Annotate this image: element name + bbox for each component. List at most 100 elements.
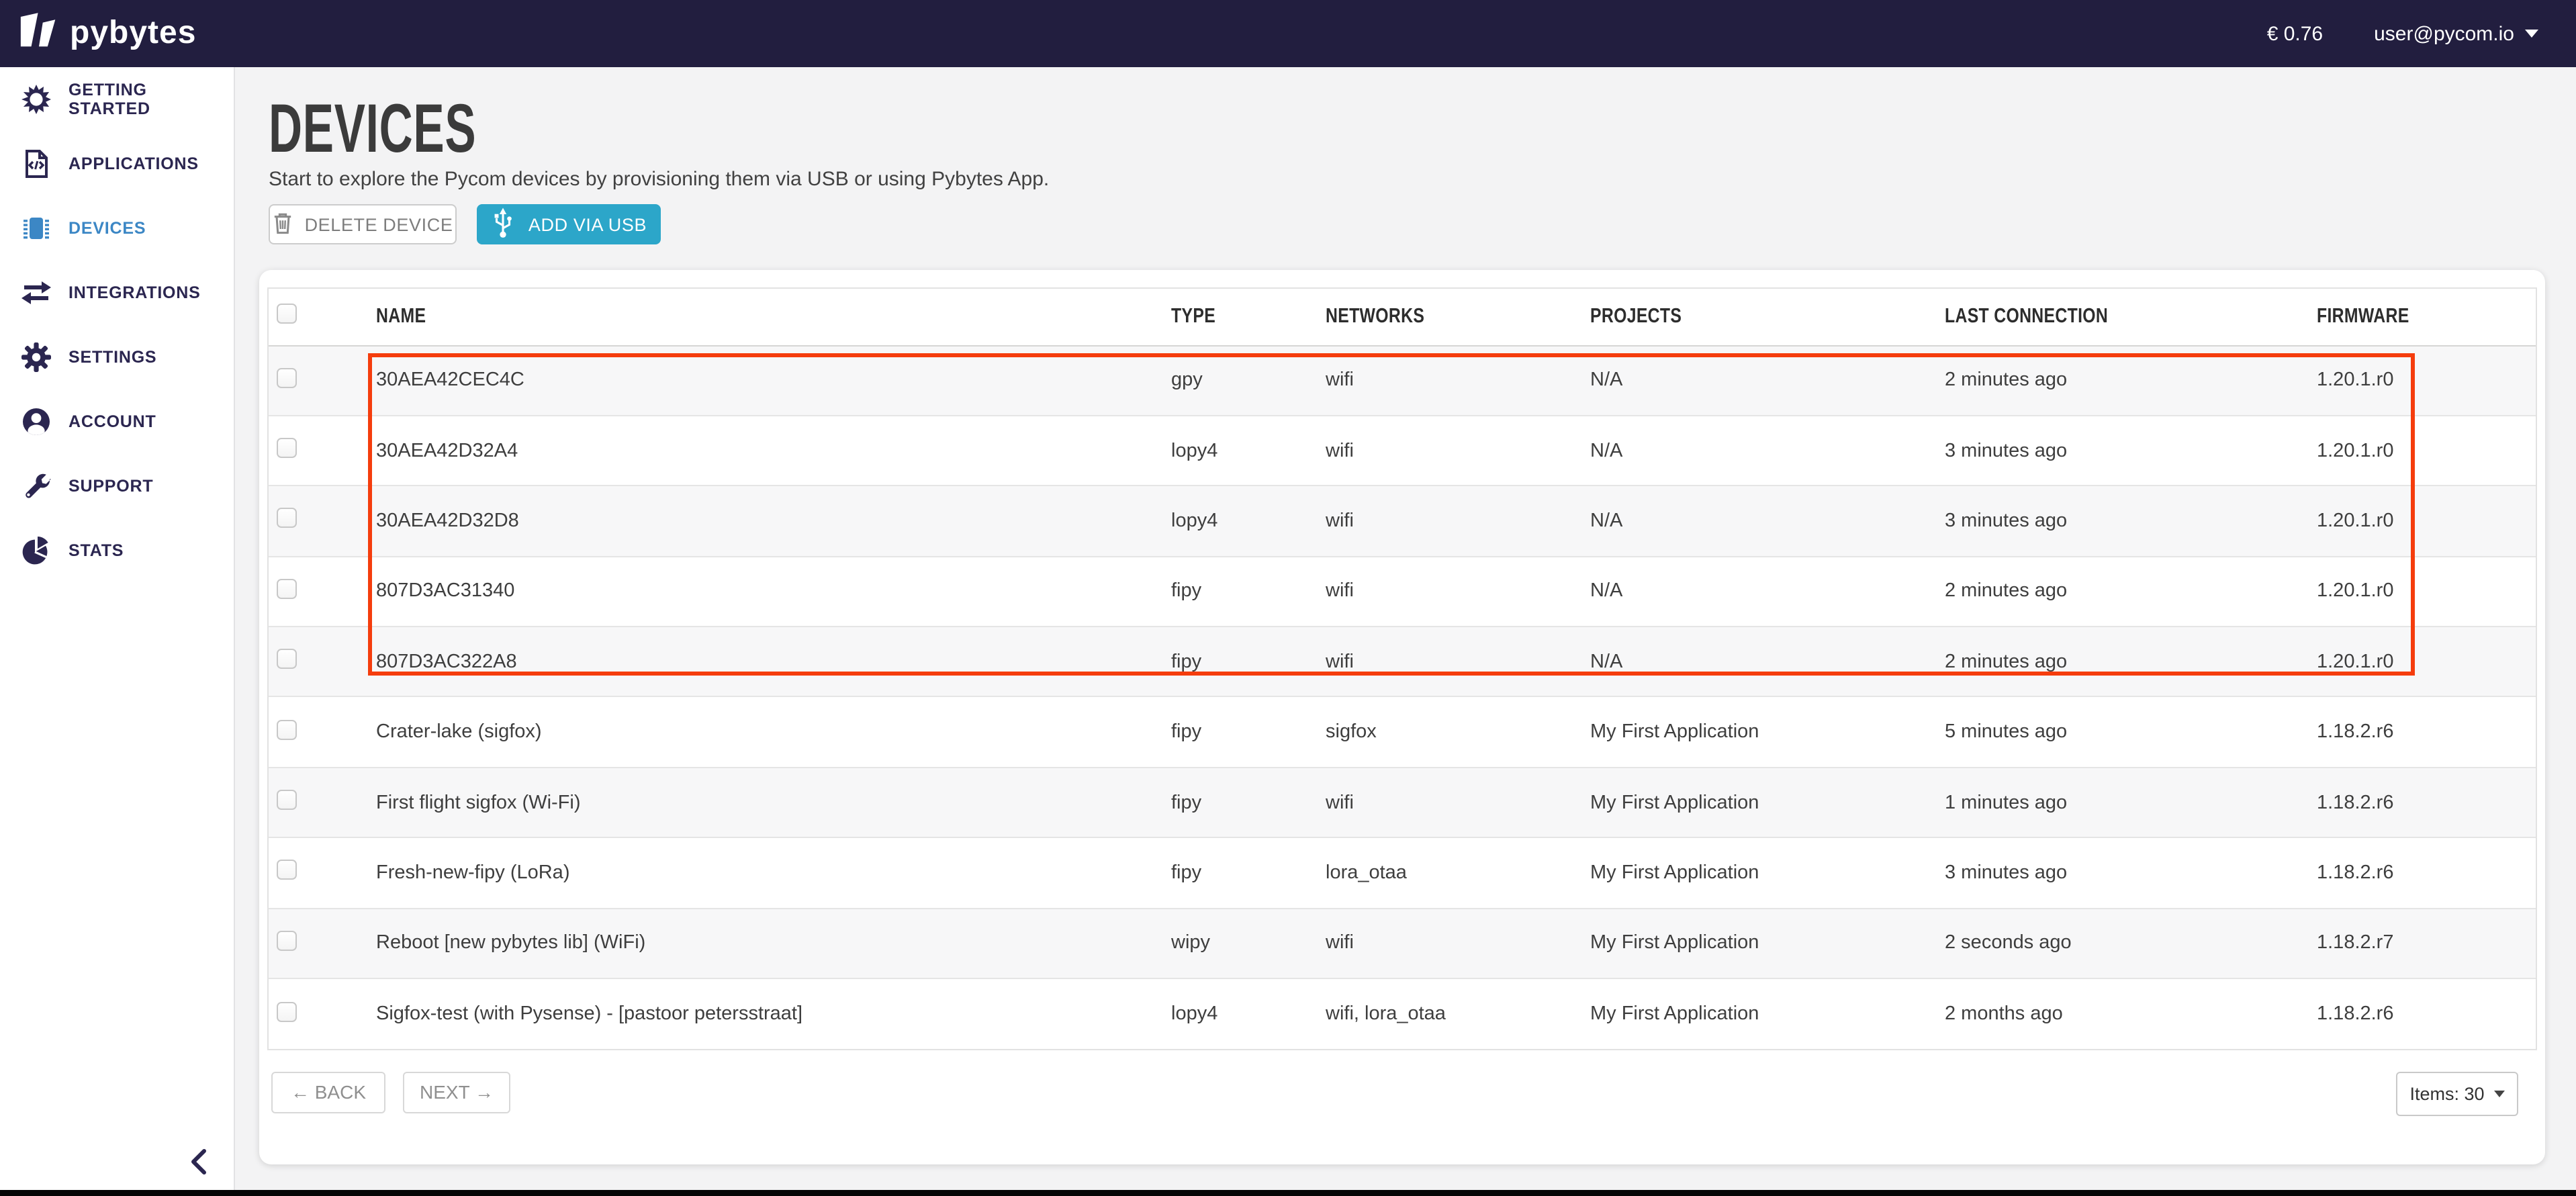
device-type: gpy — [1171, 369, 1326, 391]
device-last-connection: 2 minutes ago — [1945, 369, 2317, 391]
chevron-left-icon — [189, 1148, 208, 1175]
wrench-icon — [21, 471, 51, 501]
device-type: fipy — [1171, 651, 1326, 673]
row-checkbox[interactable] — [277, 860, 297, 880]
device-projects: N/A — [1590, 369, 1945, 391]
device-projects: My First Application — [1590, 933, 1945, 954]
sidebar-item-settings[interactable]: SETTINGS — [0, 325, 234, 389]
device-type: lopy4 — [1171, 440, 1326, 461]
items-per-page-dropdown[interactable]: Items: 30 — [2396, 1071, 2518, 1115]
device-type: fipy — [1171, 581, 1326, 602]
sun-icon — [21, 85, 51, 114]
device-projects: My First Application — [1590, 862, 1945, 884]
caret-down-icon — [2525, 30, 2538, 38]
sidebar-item-account[interactable]: ACCOUNT — [0, 389, 234, 454]
row-checkbox[interactable] — [277, 367, 297, 387]
trash-icon — [273, 210, 293, 238]
device-firmware: 1.20.1.r0 — [2317, 510, 2536, 532]
row-checkbox[interactable] — [277, 649, 297, 670]
row-checkbox[interactable] — [277, 438, 297, 458]
column-header-networks: NETWORKS — [1326, 304, 1590, 328]
device-firmware: 1.18.2.r6 — [2317, 862, 2536, 884]
device-last-connection: 5 minutes ago — [1945, 721, 2317, 743]
device-name: 807D3AC31340 — [376, 581, 1171, 602]
table-row[interactable]: 807D3AC322A8 fipy wifi N/A 2 minutes ago… — [269, 627, 2536, 698]
device-type: fipy — [1171, 862, 1326, 884]
table-row[interactable]: Fresh-new-fipy (LoRa) fipy lora_otaa My … — [269, 838, 2536, 909]
page-subtitle: Start to explore the Pycom devices by pr… — [269, 168, 2545, 191]
sidebar-item-devices[interactable]: DEVICES — [0, 196, 234, 261]
device-name: 30AEA42CEC4C — [376, 369, 1171, 391]
column-header-name: NAME — [376, 304, 1171, 328]
row-checkbox[interactable] — [277, 931, 297, 951]
device-name: 30AEA42D32D8 — [376, 510, 1171, 532]
sidebar-item-label: SUPPORT — [68, 477, 153, 496]
sidebar-item-integrations[interactable]: INTEGRATIONS — [0, 261, 234, 325]
sidebar-collapse-button[interactable] — [189, 1148, 214, 1175]
table-row[interactable]: Crater-lake (sigfox) fipy sigfox My Firs… — [269, 698, 2536, 768]
row-checkbox[interactable] — [277, 790, 297, 810]
device-firmware: 1.18.2.r6 — [2317, 721, 2536, 743]
device-type: lopy4 — [1171, 1003, 1326, 1025]
device-name: Fresh-new-fipy (LoRa) — [376, 862, 1171, 884]
table-row[interactable]: First flight sigfox (Wi-Fi) fipy wifi My… — [269, 768, 2536, 839]
action-buttons: DELETE DEVICE ADD VIA USB — [269, 204, 2545, 244]
device-firmware: 1.20.1.r0 — [2317, 651, 2536, 673]
sidebar-item-label: ACCOUNT — [68, 412, 156, 431]
devices-table: NAME TYPE NETWORKS PROJECTS LAST CONNECT… — [267, 287, 2537, 1051]
device-firmware: 1.20.1.r0 — [2317, 369, 2536, 391]
column-header-last-connection: LAST CONNECTION — [1945, 304, 2317, 328]
usb-icon — [491, 206, 516, 242]
sidebar-item-label: APPLICATIONS — [68, 154, 199, 173]
bottom-edge-strip — [0, 1190, 2576, 1196]
user-email: user@pycom.io — [2374, 22, 2514, 45]
table-row[interactable]: 807D3AC31340 fipy wifi N/A 2 minutes ago… — [269, 557, 2536, 627]
table-row[interactable]: Reboot [new pybytes lib] (WiFi) wipy wif… — [269, 909, 2536, 979]
device-type: wipy — [1171, 933, 1326, 954]
device-name: First flight sigfox (Wi-Fi) — [376, 792, 1171, 813]
user-menu[interactable]: user@pycom.io — [2374, 22, 2538, 45]
device-name: Sigfox-test (with Pysense) - [pastoor pe… — [376, 1003, 1171, 1025]
sidebar-item-label: SETTINGS — [68, 348, 156, 367]
sidebar-item-support[interactable]: SUPPORT — [0, 454, 234, 518]
table-row[interactable]: Sigfox-test (with Pysense) - [pastoor pe… — [269, 979, 2536, 1050]
next-button[interactable]: NEXT → — [403, 1071, 510, 1113]
device-networks: lora_otaa — [1326, 862, 1590, 884]
pybytes-logo[interactable]: pybytes — [19, 12, 196, 55]
caret-down-icon — [2494, 1090, 2505, 1097]
app-window: pybytes € 0.76 user@pycom.io GETTING STA… — [0, 0, 2576, 1196]
device-networks: wifi — [1326, 369, 1590, 391]
sidebar-item-stats[interactable]: STATS — [0, 518, 234, 583]
device-projects: N/A — [1590, 651, 1945, 673]
device-last-connection: 3 minutes ago — [1945, 862, 2317, 884]
table-row[interactable]: 30AEA42D32A4 lopy4 wifi N/A 3 minutes ag… — [269, 416, 2536, 487]
row-checkbox[interactable] — [277, 719, 297, 739]
device-name: 807D3AC322A8 — [376, 651, 1171, 673]
select-all-checkbox[interactable] — [277, 304, 297, 324]
swap-arrows-icon — [21, 278, 51, 308]
device-last-connection: 1 minutes ago — [1945, 792, 2317, 813]
sidebar-item-label: STATS — [68, 541, 124, 560]
column-header-projects: PROJECTS — [1590, 304, 1945, 328]
row-checkbox[interactable] — [277, 508, 297, 528]
row-checkbox[interactable] — [277, 579, 297, 599]
device-last-connection: 3 minutes ago — [1945, 440, 2317, 461]
sidebar-item-applications[interactable]: APPLICATIONS — [0, 132, 234, 196]
table-row[interactable]: 30AEA42D32D8 lopy4 wifi N/A 3 minutes ag… — [269, 487, 2536, 557]
user-icon — [21, 407, 51, 436]
sidebar-item-getting-started[interactable]: GETTING STARTED — [0, 67, 234, 132]
delete-device-button[interactable]: DELETE DEVICE — [269, 204, 457, 244]
add-via-usb-button[interactable]: ADD VIA USB — [477, 204, 661, 244]
device-projects: My First Application — [1590, 1003, 1945, 1025]
device-networks: wifi — [1326, 792, 1590, 813]
device-name: Crater-lake (sigfox) — [376, 721, 1171, 743]
device-projects: N/A — [1590, 581, 1945, 602]
device-networks: sigfox — [1326, 721, 1590, 743]
row-checkbox[interactable] — [277, 1001, 297, 1021]
back-button[interactable]: ← BACK — [271, 1071, 385, 1113]
pybytes-logo-icon — [19, 12, 59, 55]
column-header-type: TYPE — [1171, 304, 1326, 328]
items-per-page-label: Items: 30 — [2409, 1083, 2484, 1103]
table-row[interactable]: 30AEA42CEC4C gpy wifi N/A 2 minutes ago … — [269, 346, 2536, 416]
main-content: DEVICES Start to explore the Pycom devic… — [235, 67, 2576, 1196]
